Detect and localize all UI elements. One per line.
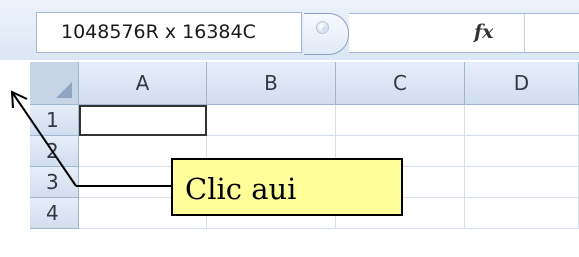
row-header-3[interactable]: 3 <box>30 167 79 198</box>
row-header-4[interactable]: 4 <box>30 198 79 229</box>
column-header-d[interactable]: D <box>465 62 579 105</box>
cell-d1[interactable] <box>465 105 579 136</box>
select-all-icon <box>56 82 72 98</box>
cell-a1[interactable] <box>79 105 207 136</box>
row-header-1[interactable]: 1 <box>30 105 79 136</box>
column-header-b[interactable]: B <box>207 62 336 105</box>
fx-cell: fx <box>349 14 525 52</box>
name-box[interactable]: 1048576R x 16384C <box>36 12 334 53</box>
cell-d2[interactable] <box>465 136 579 167</box>
column-header-c[interactable]: C <box>336 62 465 105</box>
expand-formula-bar-button[interactable] <box>304 13 349 55</box>
insert-function-icon[interactable]: fx <box>474 21 494 43</box>
callout-box: Clic aui <box>171 158 403 216</box>
formula-input[interactable]: fx <box>349 13 579 53</box>
cell-d3[interactable] <box>465 167 579 198</box>
column-header-a[interactable]: A <box>79 62 207 105</box>
select-all-button[interactable] <box>30 62 79 105</box>
cell-b1[interactable] <box>207 105 336 136</box>
cell-c1[interactable] <box>336 105 465 136</box>
formula-bar: 1048576R x 16384C fx <box>0 0 579 60</box>
callout-text: Clic aui <box>185 172 297 206</box>
cell-d4[interactable] <box>465 198 579 229</box>
name-box-value: 1048576R x 16384C <box>61 21 256 43</box>
row-header-2[interactable]: 2 <box>30 136 79 167</box>
circle-icon-highlight <box>322 26 328 32</box>
